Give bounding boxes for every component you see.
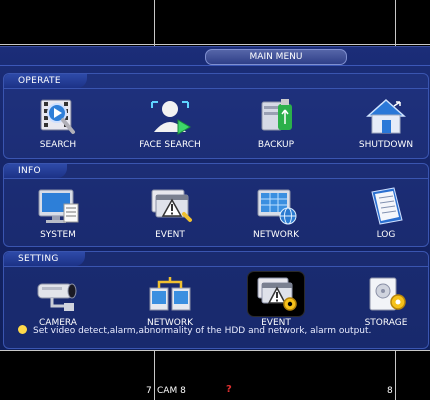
film-search-icon (32, 96, 84, 138)
face-search-label: FACE SEARCH (139, 140, 201, 150)
camera-grid-divider (154, 349, 155, 400)
tooltip-text: Set video detect,alarm,abnormality of th… (33, 326, 372, 336)
network-globe-icon (250, 186, 302, 228)
shutdown-button[interactable]: SHUTDOWN (340, 96, 430, 151)
camera-name-8: CAM 8 (157, 386, 186, 396)
event-settings-button[interactable]: EVENT (230, 272, 322, 329)
operate-section: OPERATE SEARCH FACE SEARCH BACKUP SHUTDO… (3, 73, 429, 159)
camera-grid-divider (395, 0, 396, 46)
tooltip-hint: Set video detect,alarm,abnormality of th… (18, 325, 371, 337)
section-divider (4, 88, 428, 89)
network-settings-button[interactable]: NETWORK (124, 274, 216, 329)
title-divider (0, 65, 430, 66)
camera-settings-button[interactable]: CAMERA (12, 274, 104, 329)
setting-section-title: SETTING (4, 252, 85, 266)
face-search-icon (144, 96, 196, 138)
backup-label: BACKUP (257, 140, 295, 150)
system-info-label: SYSTEM (40, 230, 76, 240)
network-info-button[interactable]: NETWORK (230, 186, 322, 241)
log-label: LOG (376, 230, 396, 240)
main-menu-window: MAIN MENU OPERATE SEARCH FACE SEARCH BAC… (0, 46, 430, 350)
camera-warning-icon: ? (226, 384, 232, 395)
camera-grid-divider (154, 0, 155, 46)
camera-grid-divider (0, 350, 430, 351)
lightbulb-icon (18, 325, 27, 334)
system-info-button[interactable]: SYSTEM (12, 186, 104, 241)
network-switch-icon (144, 274, 196, 316)
search-label: SEARCH (39, 140, 77, 150)
event-info-label: EVENT (155, 230, 185, 240)
usb-backup-icon (250, 96, 302, 138)
storage-settings-button[interactable]: STORAGE (340, 274, 430, 329)
backup-button[interactable]: BACKUP (230, 96, 322, 151)
face-search-button[interactable]: FACE SEARCH (124, 96, 216, 151)
camera-number-8: 8 (387, 386, 393, 396)
camera-number-7: 7 (146, 386, 152, 396)
log-book-icon (360, 186, 412, 228)
search-button[interactable]: SEARCH (12, 96, 104, 151)
section-divider (4, 266, 428, 267)
camera-grid-divider (395, 349, 396, 400)
operate-section-title: OPERATE (4, 74, 87, 88)
hdd-gear-icon (360, 274, 412, 316)
section-divider (4, 178, 428, 179)
shutdown-house-icon (360, 96, 412, 138)
camera-grid-divider (0, 44, 430, 45)
event-info-button[interactable]: EVENT (124, 186, 216, 241)
cctv-camera-icon (32, 274, 84, 316)
info-section: INFO SYSTEM EVENT NETWORK LOG (3, 163, 429, 247)
network-info-label: NETWORK (252, 230, 300, 240)
shutdown-label: SHUTDOWN (358, 140, 414, 150)
event-warning-icon (144, 186, 196, 228)
log-button[interactable]: LOG (340, 186, 430, 241)
event-gear-icon (248, 272, 304, 316)
monitor-info-icon (32, 186, 84, 228)
info-section-title: INFO (4, 164, 67, 178)
main-menu-title: MAIN MENU (205, 49, 347, 65)
